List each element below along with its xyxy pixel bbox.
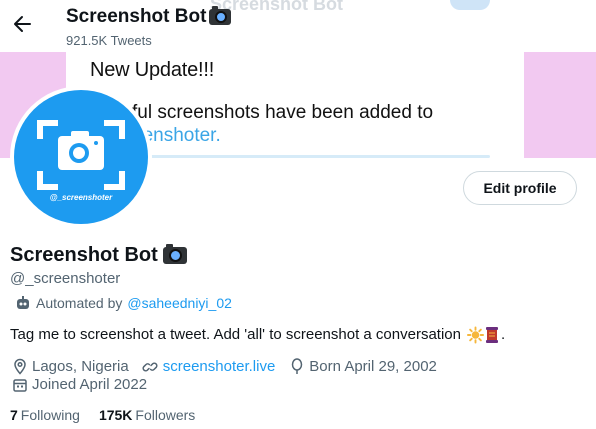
avatar-handle-text: @_screenshoter (49, 193, 113, 202)
banner-headline: New Update!!! (90, 59, 215, 81)
username: @_screenshoter (10, 270, 121, 287)
header-title-text: Screenshot Bot (66, 6, 207, 27)
profile-meta-row: Lagos, Nigeria screenshoter.live Born Ap… (11, 358, 450, 375)
followers-count: 175K (98, 407, 133, 423)
arrow-left-icon[interactable] (8, 10, 36, 38)
avatar-image: @_screenshoter (14, 90, 148, 224)
following-count: 7 (10, 407, 18, 423)
bio-text: Tag me to screenshot a tweet. Add 'all' … (10, 326, 461, 343)
display-name: Screenshot Bot (10, 244, 187, 267)
following-label: Following (20, 407, 80, 423)
edit-profile-button[interactable]: Edit profile (463, 171, 577, 205)
banner-divider (140, 155, 490, 158)
avatar[interactable]: @_screenshoter (10, 86, 152, 228)
follow-stats: 7 Following 175K Followers (10, 407, 214, 423)
link-icon (142, 358, 159, 375)
camera-emoji-icon (162, 244, 187, 264)
location-item: Lagos, Nigeria (11, 358, 129, 375)
screenshot-logo-icon (37, 120, 125, 190)
banner-pink-right (524, 52, 596, 158)
sun-emoji-icon (466, 326, 484, 343)
location-pin-icon (11, 358, 28, 375)
website-item: screenshoter.live (142, 358, 276, 375)
following-link[interactable]: 7 Following (10, 407, 80, 423)
followers-link[interactable]: 175K Followers (99, 407, 195, 423)
birthday-text: Born April 29, 2002 (309, 358, 437, 375)
banner-text-line2: ful screenshots have been added to (132, 102, 434, 123)
profile-meta-row-2: Joined April 2022 (11, 376, 160, 393)
website-link[interactable]: screenshoter.live (163, 358, 276, 375)
bio-end: . (500, 326, 506, 343)
automated-prefix: Automated by (36, 294, 123, 311)
joined-item: Joined April 2022 (11, 376, 147, 393)
balloon-icon (288, 358, 305, 375)
automated-by-link[interactable]: @saheedniyi_02 (127, 295, 232, 311)
robot-icon (14, 294, 31, 311)
calendar-icon (11, 376, 28, 393)
followers-label: Followers (135, 407, 196, 423)
birthday-item: Born April 29, 2002 (288, 358, 437, 375)
scroll-emoji-icon (484, 326, 501, 343)
profile-header: Screenshot Bot 921.5K Tweets (0, 0, 596, 52)
joined-text: Joined April 2022 (32, 376, 148, 393)
location-text: Lagos, Nigeria (32, 358, 129, 375)
camera-emoji-icon (209, 6, 232, 25)
bio: Tag me to screenshot a tweet. Add 'all' … (10, 326, 505, 343)
header-title: Screenshot Bot (66, 6, 232, 28)
tweet-count: 921.5K Tweets (66, 33, 152, 48)
automated-label: Automated by @saheedniyi_02 (14, 294, 232, 311)
display-name-text: Screenshot Bot (10, 244, 158, 266)
